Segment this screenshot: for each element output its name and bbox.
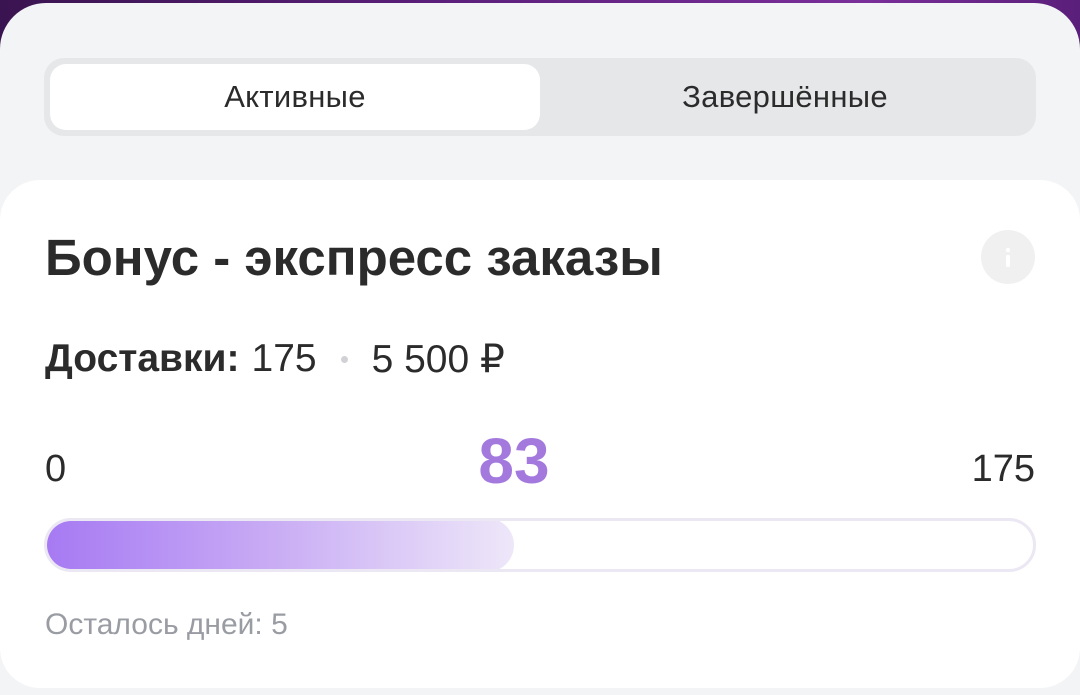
progress-min: 0: [45, 448, 67, 490]
progress-current: 83: [478, 425, 550, 497]
tab-completed[interactable]: Завершённые: [540, 64, 1030, 130]
reward-amount: 5 500 ₽: [371, 337, 505, 381]
progress-max: 175: [971, 448, 1035, 490]
bonus-card[interactable]: Бонус - экспресс заказы Доставки: 175 5 …: [0, 180, 1080, 688]
progress-bar: [44, 518, 1036, 572]
info-icon: [1005, 247, 1011, 267]
bonus-title: Бонус - экспресс заказы: [45, 229, 663, 286]
tab-switcher: Активные Завершённые: [44, 58, 1036, 136]
separator-dot: [340, 355, 348, 363]
deliveries-label: Доставки:: [45, 337, 240, 380]
deliveries-summary: Доставки: 175 5 500 ₽: [45, 334, 505, 384]
deliveries-target: 175: [251, 337, 317, 380]
days-left: Осталось дней: 5: [45, 608, 288, 641]
progress-fill: [47, 521, 514, 569]
info-button[interactable]: [981, 230, 1035, 284]
tab-active[interactable]: Активные: [50, 64, 540, 130]
bottom-sheet: Активные Завершённые Бонус - экспресс за…: [0, 3, 1080, 695]
